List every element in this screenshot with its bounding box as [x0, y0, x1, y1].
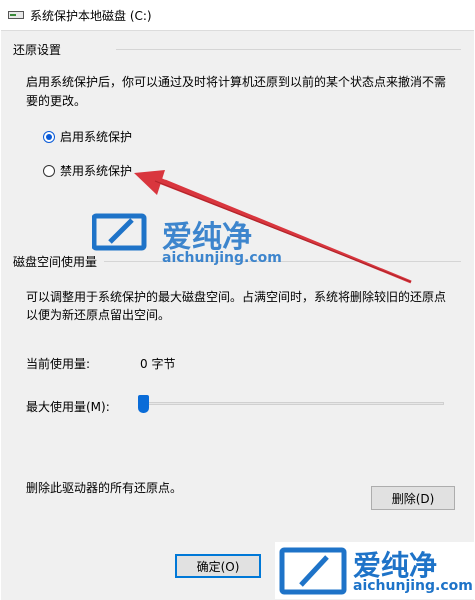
watermark-url: aichunjing.com [353, 578, 473, 594]
watermark-url: aichunjing.com [162, 250, 282, 266]
watermark-logo-icon [279, 547, 347, 595]
annotation-arrow [134, 170, 412, 284]
watermark-corner: 爱纯净 aichunjing.com [275, 542, 475, 599]
watermark-logo-icon [92, 213, 147, 251]
watermark-center: 爱纯净 aichunjing.com [92, 212, 292, 272]
